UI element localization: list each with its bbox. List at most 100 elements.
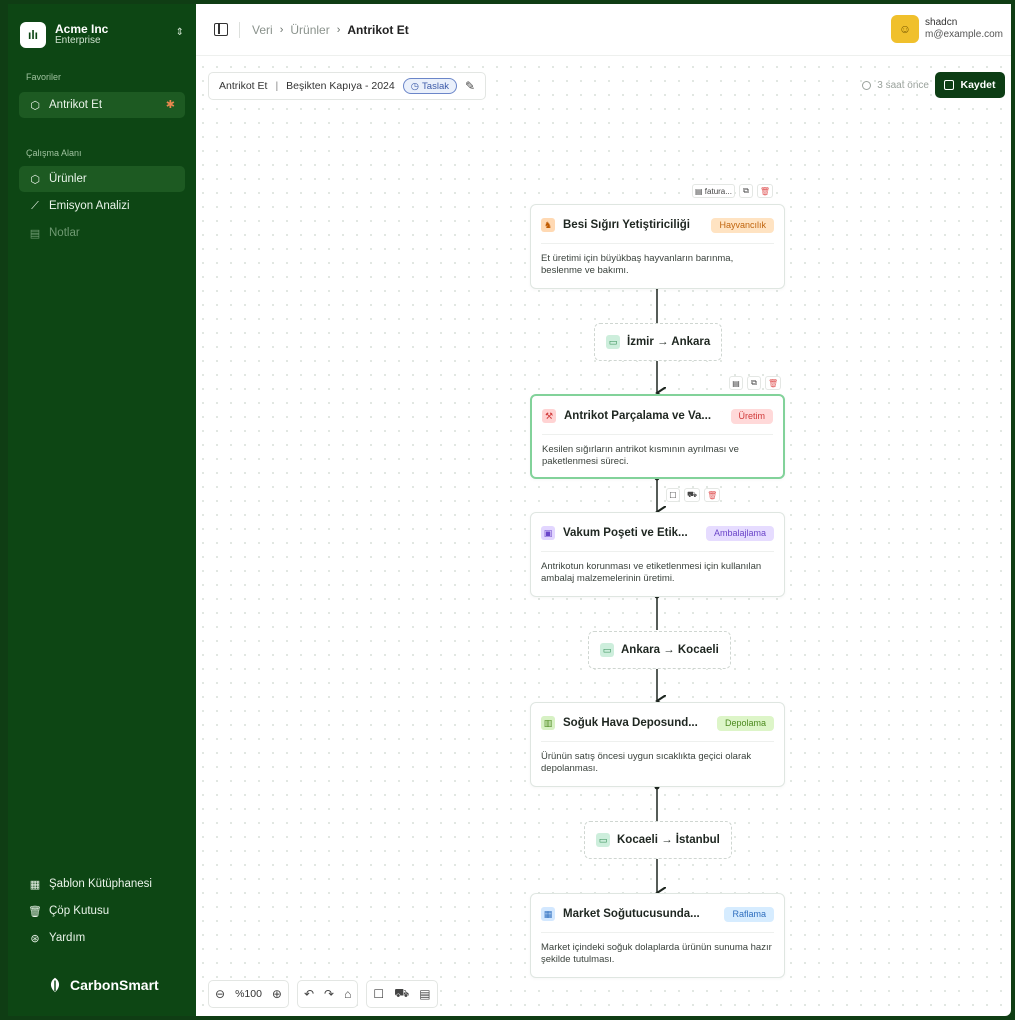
org-switcher[interactable]: ılı Acme Inc Enterprise ⇕ <box>20 18 188 52</box>
node-title: Vakum Poşeti ve Etik... <box>563 527 688 539</box>
lock-icon[interactable]: ⌂ <box>344 987 351 1001</box>
breadcrumb-current: Antrikot Et <box>347 23 409 37</box>
sidebar-item-emisyon-analizi[interactable]: ⟋ Emisyon Analizi <box>19 193 185 219</box>
save-button[interactable]: Kaydet <box>935 72 1005 98</box>
zoom-level: %100 <box>235 988 262 1000</box>
node-tag: Raflama <box>724 906 774 922</box>
sidebar: ılı Acme Inc Enterprise ⇕ Favoriler ⬡ An… <box>8 4 196 1016</box>
pin-icon[interactable]: ✱ <box>166 98 175 111</box>
edge-toolbar: ☐ ⛟ 🗑 <box>666 488 721 502</box>
flow-node[interactable]: ▦ Market Soğutucusunda... Raflama Market… <box>530 893 785 978</box>
flow-node-selected[interactable]: ⚒ Antrikot Parçalama ve Va... Üretim Kes… <box>530 394 785 479</box>
document-name: Antrikot Et <box>219 80 268 92</box>
favorites-label: Favoriler <box>26 72 62 82</box>
transport-node[interactable]: ▭ Kocaeli → İstanbul <box>584 821 732 859</box>
delete-icon[interactable]: 🗑 <box>756 184 774 198</box>
sidebar-item-label: Antrikot Et <box>49 99 103 111</box>
avatar: ☺ <box>891 15 920 43</box>
chevron-right-icon: › <box>336 24 341 36</box>
add-controls: ☐ ⛟ ▤ <box>366 980 438 1008</box>
canvas-area[interactable]: Veri › Ürünler › Antrikot Et ☺ shadcn m@… <box>196 4 1011 1016</box>
add-frame-icon[interactable]: ☐ <box>373 987 384 1001</box>
flow-node[interactable]: ▥ Soğuk Hava Deposund... Depolama Ürünün… <box>530 702 785 787</box>
sidebar-item-label: Çöp Kutusu <box>49 905 110 917</box>
add-note-icon[interactable]: ▤ <box>419 987 430 1001</box>
sidebar-item-label: Yardım <box>49 932 86 944</box>
status-badge: ◷ Taslak <box>402 78 457 94</box>
node-tag: Ambalajlama <box>705 525 774 541</box>
sidebar-item-cop-kutusu[interactable]: 🗑 Çöp Kutusu <box>19 898 185 924</box>
note-icon: ▤ <box>29 227 41 240</box>
node-title: Market Soğutucusunda... <box>563 908 700 920</box>
truck-icon[interactable]: ⛟ <box>684 488 701 502</box>
transport-node[interactable]: ▭ Ankara → Kocaeli <box>588 631 731 669</box>
delete-icon[interactable]: 🗑 <box>765 376 782 390</box>
edit-icon[interactable]: ✎ <box>465 79 475 93</box>
truck-icon: ▭ <box>606 335 620 349</box>
org-plan: Enterprise <box>55 35 101 46</box>
cube-icon: ⬡ <box>30 99 40 112</box>
node-tag: Hayvancılık <box>711 217 774 233</box>
undo-icon[interactable]: ↶ <box>304 987 314 1001</box>
sidebar-item-sablon-kutuphanesi[interactable]: ▦ Şablon Kütüphanesi <box>19 871 185 897</box>
zoom-out-icon[interactable]: ⊖ <box>215 987 225 1001</box>
sidebar-item-antrikot-et[interactable]: ⬡ Antrikot Et ✱ <box>19 92 185 118</box>
node-description: Et üretimi için büyükbaş hayvanların bar… <box>541 253 734 276</box>
sidebar-toggle-icon[interactable] <box>214 23 228 36</box>
sidebar-item-notlar[interactable]: ▤ Notlar <box>19 220 185 246</box>
hammer-icon: ⚒ <box>542 409 556 423</box>
saved-time: 3 saat önce <box>862 80 929 91</box>
help-circle-icon: ⊛ <box>30 932 40 945</box>
add-transport-icon[interactable]: ⛟ <box>394 986 409 1002</box>
sidebar-item-yardim[interactable]: ⊛ Yardım <box>19 925 185 951</box>
zoom-controls: ⊖ %100 ⊕ <box>208 980 289 1008</box>
flow-node[interactable]: ▣ Vakum Poşeti ve Etik... Ambalajlama An… <box>530 512 785 597</box>
copy-icon[interactable]: ⧉ <box>747 376 761 390</box>
zoom-in-icon[interactable]: ⊕ <box>272 987 282 1001</box>
org-name: Acme Inc <box>55 22 109 36</box>
user-email: m@example.com <box>925 29 1003 40</box>
breadcrumb-veri[interactable]: Veri <box>252 23 273 37</box>
node-tag: Depolama <box>716 715 774 731</box>
brand-name: CarbonSmart <box>70 977 159 993</box>
clock-icon <box>862 81 872 90</box>
node-description: Market içindeki soğuk dolaplarda ürünün … <box>541 942 772 965</box>
truck-icon: ▭ <box>596 833 610 847</box>
node-title: Soğuk Hava Deposund... <box>563 717 698 729</box>
sidebar-item-label: Ürünler <box>49 173 87 185</box>
sidebar-item-urunler[interactable]: ⬡ Ürünler <box>19 166 185 192</box>
document-icon[interactable]: ▤ <box>729 376 743 390</box>
flow-edges <box>654 284 1011 1016</box>
clock-icon: ◷ <box>410 80 420 92</box>
node-title: Antrikot Parçalama ve Va... <box>564 410 712 422</box>
flow-node[interactable]: ♞ Besi Sığırı Yetiştiriciliği Hayvancılı… <box>530 204 785 289</box>
org-logo-icon: ılı <box>20 22 46 48</box>
sidebar-item-label: Notlar <box>49 227 80 239</box>
node-description: Kesilen sığırların antrikot kısmının ayr… <box>542 444 739 467</box>
chart-line-icon: ⟋ <box>31 199 39 212</box>
sidebar-item-label: Emisyon Analizi <box>49 200 130 212</box>
top-bar: Veri › Ürünler › Antrikot Et ☺ shadcn m@… <box>196 4 1011 56</box>
warehouse-icon: ▥ <box>541 716 555 730</box>
redo-icon[interactable]: ↷ <box>324 987 334 1001</box>
brand-logo: CarbonSmart <box>46 976 159 994</box>
chevron-up-down-icon[interactable]: ⇕ <box>176 27 184 38</box>
leaf-icon <box>50 977 60 993</box>
cow-icon: ♞ <box>541 218 555 232</box>
trash-icon: 🗑 <box>28 905 42 918</box>
document-scope: Beşikten Kapıya - 2024 <box>286 80 395 92</box>
library-icon: ▦ <box>29 878 41 891</box>
attachment-chip[interactable]: ▤ fatura... <box>692 184 735 198</box>
document-icon: ▤ <box>695 186 703 196</box>
document-info: Antrikot Et | Beşikten Kapıya - 2024 ◷ T… <box>208 72 487 100</box>
breadcrumb-urunler[interactable]: Ürünler <box>290 23 329 37</box>
transport-node[interactable]: ▭ İzmir → Ankara <box>594 323 723 361</box>
save-icon <box>944 80 955 90</box>
user-menu[interactable]: ☺ shadcn m@example.com <box>891 15 1003 43</box>
breadcrumb: Veri › Ürünler › Antrikot Et <box>252 23 409 37</box>
copy-icon[interactable]: ⧉ <box>738 184 753 198</box>
delete-icon[interactable]: 🗑 <box>704 488 721 502</box>
history-controls: ↶ ↷ ⌂ <box>296 980 359 1008</box>
cube-icon: ⬡ <box>30 173 40 186</box>
frame-icon[interactable]: ☐ <box>666 488 680 502</box>
